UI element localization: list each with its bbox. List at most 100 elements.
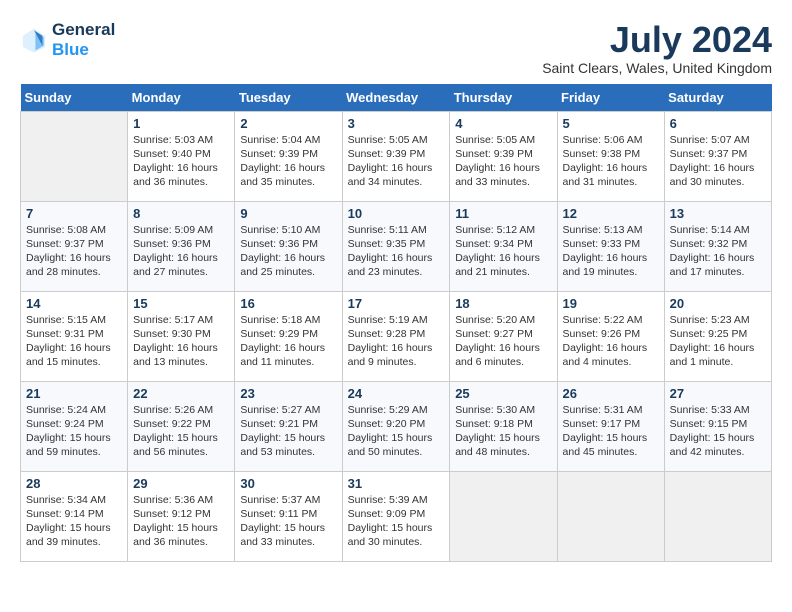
calendar-cell: 27 Sunrise: 5:33 AM Sunset: 9:15 PM Dayli… xyxy=(664,381,771,471)
day-info: Sunrise: 5:39 AM Sunset: 9:09 PM Dayligh… xyxy=(348,493,445,550)
calendar-cell: 13Sunrise: 5:14 AM Sunset: 9:32 PM Dayli… xyxy=(664,201,771,291)
day-info: Sunrise: 5:36 AM Sunset: 9:12 PM Dayligh… xyxy=(133,493,229,550)
calendar-cell: 6 Sunrise: 5:07 AM Sunset: 9:37 PM Daylig… xyxy=(664,111,771,201)
logo: General Blue xyxy=(20,20,115,59)
day-number: 24 xyxy=(348,386,445,401)
day-info: Sunrise: 5:20 AM Sunset: 9:27 PM Dayligh… xyxy=(455,313,551,370)
day-header-tuesday: Tuesday xyxy=(235,84,342,112)
day-header-thursday: Thursday xyxy=(450,84,557,112)
calendar-cell: 23 Sunrise: 5:27 AM Sunset: 9:21 PM Dayli… xyxy=(235,381,342,471)
day-number: 17 xyxy=(348,296,445,311)
day-number: 3 xyxy=(348,116,445,131)
day-number: 9 xyxy=(240,206,336,221)
day-number: 27 xyxy=(670,386,766,401)
day-info: Sunrise: 5:12 AM Sunset: 9:34 PM Dayligh… xyxy=(455,223,551,280)
calendar-cell: 10 Sunrise: 5:11 AM Sunset: 9:35 PM Dayli… xyxy=(342,201,450,291)
day-info: Sunrise: 5:34 AM Sunset: 9:14 PM Dayligh… xyxy=(26,493,122,550)
day-number: 29 xyxy=(133,476,229,491)
day-info: Sunrise: 5:26 AM Sunset: 9:22 PM Dayligh… xyxy=(133,403,229,460)
day-number: 18 xyxy=(455,296,551,311)
calendar-cell: 26 Sunrise: 5:31 AM Sunset: 9:17 PM Dayli… xyxy=(557,381,664,471)
day-number: 20 xyxy=(670,296,766,311)
calendar-week-2: 7 Sunrise: 5:08 AM Sunset: 9:37 PM Daylig… xyxy=(21,201,772,291)
day-number: 19 xyxy=(563,296,659,311)
day-header-sunday: Sunday xyxy=(21,84,128,112)
day-number: 26 xyxy=(563,386,659,401)
day-number: 15 xyxy=(133,296,229,311)
day-number: 22 xyxy=(133,386,229,401)
day-info: Sunrise: 5:19 AM Sunset: 9:28 PM Dayligh… xyxy=(348,313,445,370)
day-info: Sunrise: 5:05 AM Sunset: 9:39 PM Dayligh… xyxy=(348,133,445,190)
calendar-cell: 20 Sunrise: 5:23 AM Sunset: 9:25 PM Dayli… xyxy=(664,291,771,381)
calendar-cell: 21Sunrise: 5:24 AM Sunset: 9:24 PM Dayli… xyxy=(21,381,128,471)
calendar-cell: 12 Sunrise: 5:13 AM Sunset: 9:33 PM Dayli… xyxy=(557,201,664,291)
day-number: 31 xyxy=(348,476,445,491)
day-info: Sunrise: 5:31 AM Sunset: 9:17 PM Dayligh… xyxy=(563,403,659,460)
location-subtitle: Saint Clears, Wales, United Kingdom xyxy=(542,60,772,76)
day-info: Sunrise: 5:09 AM Sunset: 9:36 PM Dayligh… xyxy=(133,223,229,280)
logo-text: General Blue xyxy=(52,20,115,59)
calendar-cell: 17 Sunrise: 5:19 AM Sunset: 9:28 PM Dayli… xyxy=(342,291,450,381)
day-info: Sunrise: 5:33 AM Sunset: 9:15 PM Dayligh… xyxy=(670,403,766,460)
day-info: Sunrise: 5:37 AM Sunset: 9:11 PM Dayligh… xyxy=(240,493,336,550)
day-number: 1 xyxy=(133,116,229,131)
calendar-body: 1 Sunrise: 5:03 AM Sunset: 9:40 PM Daylig… xyxy=(21,111,772,561)
day-info: Sunrise: 5:04 AM Sunset: 9:39 PM Dayligh… xyxy=(240,133,336,190)
day-info: Sunrise: 5:27 AM Sunset: 9:21 PM Dayligh… xyxy=(240,403,336,460)
day-number: 21 xyxy=(26,386,122,401)
calendar-cell: 19Sunrise: 5:22 AM Sunset: 9:26 PM Dayli… xyxy=(557,291,664,381)
day-number: 25 xyxy=(455,386,551,401)
title-block: July 2024 Saint Clears, Wales, United Ki… xyxy=(542,20,772,76)
calendar-cell xyxy=(557,471,664,561)
day-info: Sunrise: 5:03 AM Sunset: 9:40 PM Dayligh… xyxy=(133,133,229,190)
calendar-cell xyxy=(664,471,771,561)
calendar-cell: 9 Sunrise: 5:10 AM Sunset: 9:36 PM Daylig… xyxy=(235,201,342,291)
day-info: Sunrise: 5:23 AM Sunset: 9:25 PM Dayligh… xyxy=(670,313,766,370)
calendar-cell xyxy=(21,111,128,201)
day-number: 12 xyxy=(563,206,659,221)
month-year-title: July 2024 xyxy=(542,20,772,60)
calendar-week-3: 14 Sunrise: 5:15 AM Sunset: 9:31 PM Dayli… xyxy=(21,291,772,381)
day-number: 7 xyxy=(26,206,122,221)
calendar-cell: 3 Sunrise: 5:05 AM Sunset: 9:39 PM Daylig… xyxy=(342,111,450,201)
day-info: Sunrise: 5:13 AM Sunset: 9:33 PM Dayligh… xyxy=(563,223,659,280)
day-info: Sunrise: 5:05 AM Sunset: 9:39 PM Dayligh… xyxy=(455,133,551,190)
day-info: Sunrise: 5:29 AM Sunset: 9:20 PM Dayligh… xyxy=(348,403,445,460)
calendar-cell: 11 Sunrise: 5:12 AM Sunset: 9:34 PM Dayli… xyxy=(450,201,557,291)
day-header-wednesday: Wednesday xyxy=(342,84,450,112)
day-info: Sunrise: 5:17 AM Sunset: 9:30 PM Dayligh… xyxy=(133,313,229,370)
day-header-friday: Friday xyxy=(557,84,664,112)
day-info: Sunrise: 5:30 AM Sunset: 9:18 PM Dayligh… xyxy=(455,403,551,460)
day-number: 14 xyxy=(26,296,122,311)
logo-icon xyxy=(20,26,48,54)
day-number: 16 xyxy=(240,296,336,311)
calendar-week-4: 21Sunrise: 5:24 AM Sunset: 9:24 PM Dayli… xyxy=(21,381,772,471)
day-number: 10 xyxy=(348,206,445,221)
day-header-monday: Monday xyxy=(128,84,235,112)
calendar-cell: 30Sunrise: 5:37 AM Sunset: 9:11 PM Dayli… xyxy=(235,471,342,561)
page-header: General Blue July 2024 Saint Clears, Wal… xyxy=(20,20,772,76)
calendar-cell: 16 Sunrise: 5:18 AM Sunset: 9:29 PM Dayli… xyxy=(235,291,342,381)
day-info: Sunrise: 5:11 AM Sunset: 9:35 PM Dayligh… xyxy=(348,223,445,280)
calendar-cell: 14 Sunrise: 5:15 AM Sunset: 9:31 PM Dayli… xyxy=(21,291,128,381)
calendar-header: SundayMondayTuesdayWednesdayThursdayFrid… xyxy=(21,84,772,112)
calendar-cell xyxy=(450,471,557,561)
day-info: Sunrise: 5:10 AM Sunset: 9:36 PM Dayligh… xyxy=(240,223,336,280)
calendar-cell: 18 Sunrise: 5:20 AM Sunset: 9:27 PM Dayli… xyxy=(450,291,557,381)
day-info: Sunrise: 5:06 AM Sunset: 9:38 PM Dayligh… xyxy=(563,133,659,190)
calendar-cell: 28Sunrise: 5:34 AM Sunset: 9:14 PM Dayli… xyxy=(21,471,128,561)
calendar-cell: 8 Sunrise: 5:09 AM Sunset: 9:36 PM Daylig… xyxy=(128,201,235,291)
day-info: Sunrise: 5:18 AM Sunset: 9:29 PM Dayligh… xyxy=(240,313,336,370)
day-number: 23 xyxy=(240,386,336,401)
day-number: 5 xyxy=(563,116,659,131)
day-info: Sunrise: 5:07 AM Sunset: 9:37 PM Dayligh… xyxy=(670,133,766,190)
day-info: Sunrise: 5:15 AM Sunset: 9:31 PM Dayligh… xyxy=(26,313,122,370)
day-info: Sunrise: 5:08 AM Sunset: 9:37 PM Dayligh… xyxy=(26,223,122,280)
calendar-week-1: 1 Sunrise: 5:03 AM Sunset: 9:40 PM Daylig… xyxy=(21,111,772,201)
day-number: 11 xyxy=(455,206,551,221)
calendar-cell: 15 Sunrise: 5:17 AM Sunset: 9:30 PM Dayli… xyxy=(128,291,235,381)
day-number: 8 xyxy=(133,206,229,221)
day-number: 2 xyxy=(240,116,336,131)
day-number: 6 xyxy=(670,116,766,131)
day-info: Sunrise: 5:14 AM Sunset: 9:32 PM Dayligh… xyxy=(670,223,766,280)
